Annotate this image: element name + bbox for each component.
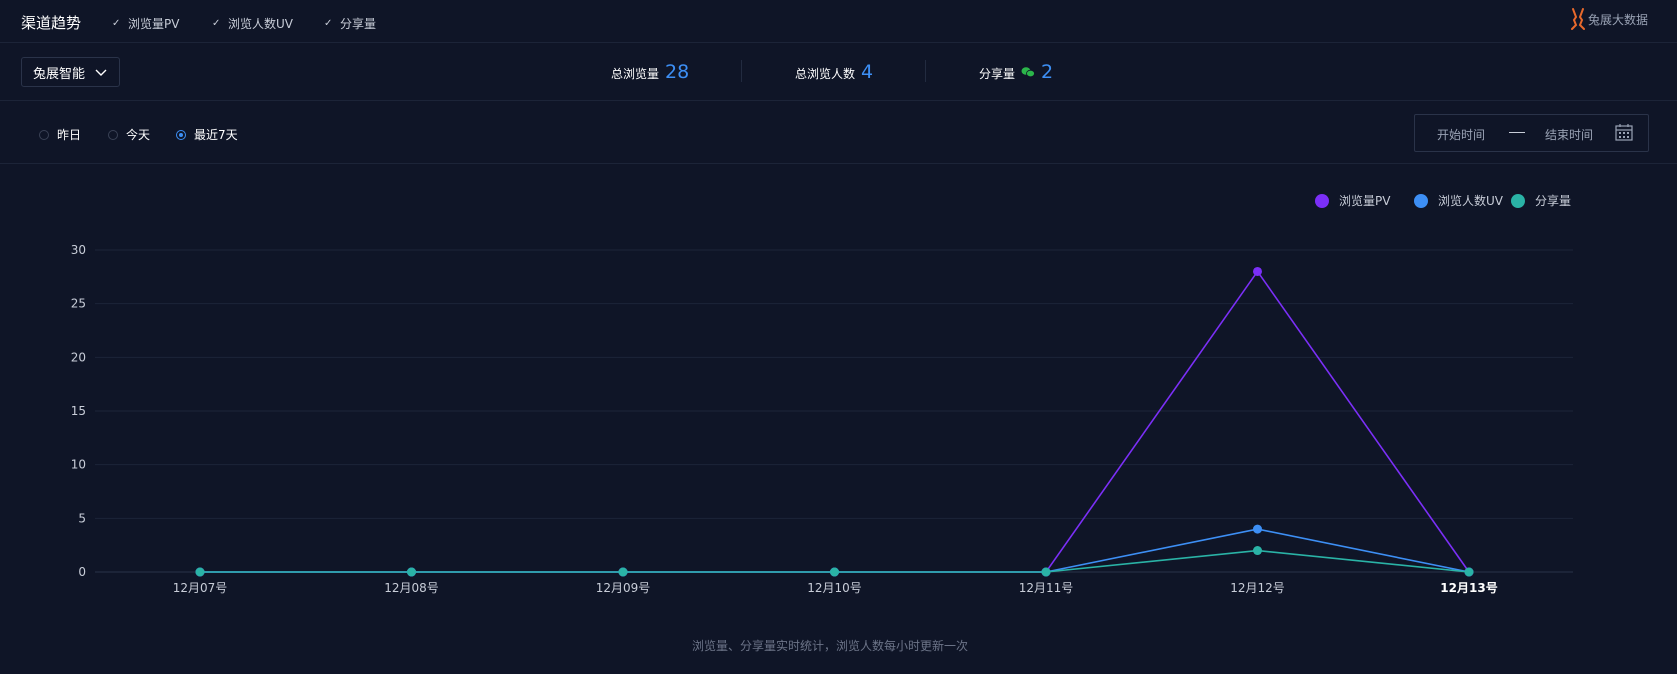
stats-bar: 兔展智能 总浏览量 28 总浏览人数 4 分享量 2	[0, 43, 1677, 101]
series-line	[200, 528, 1470, 573]
legend-label[interactable]: 浏览人数UV	[1438, 193, 1504, 208]
y-tick-label: 25	[71, 297, 86, 311]
stat-total-pv-value: 28	[665, 61, 690, 83]
brand-name: 兔展大数据	[1587, 12, 1648, 27]
radio-last-7-days[interactable]: 最近7天	[176, 126, 238, 143]
data-point[interactable]	[407, 567, 416, 577]
stat-total-pv: 总浏览量 28	[611, 61, 689, 83]
y-tick-label: 0	[78, 565, 86, 579]
radio-yesterday-label: 昨日	[57, 128, 82, 142]
stat-share-value: 2	[1041, 61, 1054, 83]
legend-marker[interactable]	[1414, 194, 1428, 208]
stat-total-uv-label: 总浏览人数	[795, 67, 856, 81]
stat-share: 分享量 2	[979, 61, 1053, 83]
data-point[interactable]	[1253, 266, 1262, 276]
divider	[925, 60, 926, 82]
radio-yesterday[interactable]: 昨日	[39, 126, 81, 143]
x-tick-label: 12月07号	[173, 581, 228, 595]
end-date-input[interactable]: 结束时间	[1545, 126, 1593, 143]
x-tick-label: 12月10号	[807, 581, 862, 595]
y-tick-label: 20	[71, 350, 86, 364]
check-icon: ✓	[324, 17, 333, 29]
divider	[741, 60, 742, 82]
data-point[interactable]	[1464, 567, 1474, 577]
radio-dot-selected	[176, 129, 186, 140]
data-point[interactable]	[830, 567, 839, 577]
checkbox-share-label: 分享量	[340, 17, 377, 31]
start-date-input[interactable]: 开始时间	[1437, 126, 1485, 143]
x-tick-label: 12月09号	[596, 581, 651, 595]
radio-dot	[108, 129, 118, 140]
legend-marker[interactable]	[1315, 194, 1329, 208]
project-select-value: 兔展智能	[33, 66, 86, 82]
stat-total-uv-value: 4	[861, 61, 874, 83]
y-tick-label: 5	[78, 511, 86, 525]
brand-logo: 兔展大数据	[1570, 8, 1648, 30]
data-point[interactable]	[618, 567, 628, 577]
legend-marker[interactable]	[1511, 194, 1525, 208]
checkbox-uv[interactable]: ✓ 浏览人数UV	[212, 15, 293, 32]
trend-chart: 0 5 10 15 20 25 30 12月07号 12月08号 12月09号 12月10号 12月1…	[0, 165, 1677, 670]
x-tick-label: 12月13号	[1440, 580, 1497, 595]
project-select[interactable]: 兔展智能	[21, 57, 120, 87]
series-line	[200, 270, 1470, 573]
chevron-down-icon	[95, 69, 107, 76]
radio-today[interactable]: 今天	[108, 126, 150, 143]
date-range-picker[interactable]: 开始时间 结束时间	[1414, 114, 1649, 152]
data-point[interactable]	[1253, 524, 1262, 534]
checkbox-share[interactable]: ✓ 分享量	[324, 15, 376, 32]
x-tick-label: 12月11号	[1019, 581, 1074, 595]
y-tick-label: 30	[71, 243, 86, 257]
top-bar: 渠道趋势 ✓ 浏览量PV ✓ 浏览人数UV ✓ 分享量 兔展大数据	[0, 0, 1677, 43]
radio-today-label: 今天	[126, 128, 151, 142]
stat-share-label: 分享量	[979, 67, 1016, 81]
data-point[interactable]	[1041, 567, 1051, 577]
checkbox-pv[interactable]: ✓ 浏览量PV	[112, 15, 179, 32]
radio-dot	[39, 129, 49, 140]
data-point[interactable]	[1253, 546, 1262, 556]
calendar-icon[interactable]	[1615, 123, 1633, 141]
page-title: 渠道趋势	[21, 14, 82, 32]
checkbox-uv-label: 浏览人数UV	[228, 17, 293, 31]
trend-chart-svg: 0 5 10 15 20 25 30 12月07号 12月08号 12月09号 12月10号 12月1…	[71, 193, 1573, 595]
y-tick-label: 15	[71, 404, 86, 418]
x-tick-label: 12月08号	[384, 581, 439, 595]
y-tick-label: 10	[71, 458, 86, 472]
rabbit-logo-icon	[1570, 8, 1585, 30]
x-tick-label: 12月12号	[1230, 581, 1285, 595]
stat-total-pv-label: 总浏览量	[611, 67, 660, 81]
filter-bar: 昨日 今天 最近7天 开始时间 结束时间	[0, 101, 1677, 164]
wechat-icon	[1021, 67, 1035, 78]
legend-label[interactable]: 分享量	[1535, 193, 1571, 208]
range-separator	[1509, 132, 1525, 133]
check-icon: ✓	[212, 17, 221, 29]
stat-total-uv: 总浏览人数 4	[795, 61, 873, 83]
legend-label[interactable]: 浏览量PV	[1339, 193, 1391, 208]
radio-last-7-days-label: 最近7天	[194, 128, 238, 142]
footer-note: 浏览量、分享量实时统计，浏览人数每小时更新一次	[691, 639, 968, 653]
data-point[interactable]	[195, 567, 205, 577]
check-icon: ✓	[112, 17, 121, 29]
checkbox-pv-label: 浏览量PV	[128, 17, 180, 31]
